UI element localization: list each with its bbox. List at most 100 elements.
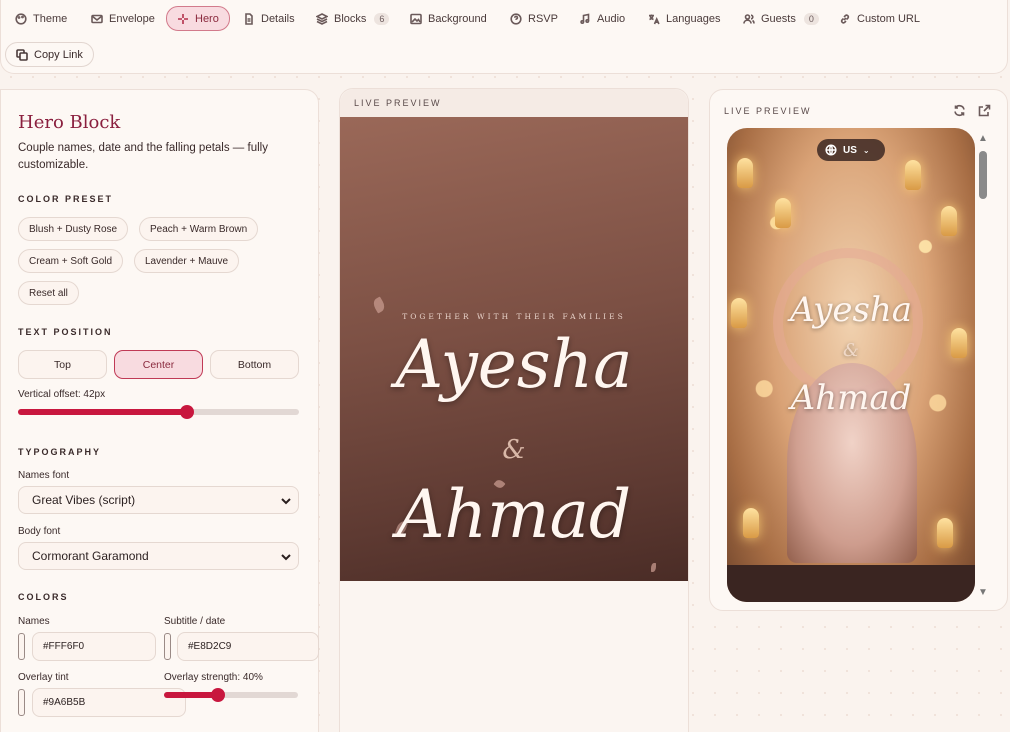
preset-cream-soft-gold[interactable]: Cream + Soft Gold bbox=[18, 249, 124, 273]
palette-icon bbox=[15, 13, 27, 25]
colors-heading: COLORS bbox=[18, 592, 69, 602]
copy-link-button[interactable]: Copy Link bbox=[5, 42, 94, 67]
lantern bbox=[905, 160, 921, 190]
tab-label: Languages bbox=[666, 13, 721, 25]
petal bbox=[651, 563, 656, 572]
tab-theme[interactable]: Theme bbox=[5, 7, 77, 31]
scroll-thumb[interactable] bbox=[979, 151, 987, 199]
body-font-label: Body font bbox=[18, 526, 61, 537]
hero-preview: TOGETHER WITH THEIR FAMILIES Ayesha & Ah… bbox=[340, 117, 688, 581]
open-external-icon[interactable] bbox=[978, 104, 991, 117]
preset-peach-warm-brown[interactable]: Peach + Warm Brown bbox=[139, 217, 259, 241]
users-icon bbox=[743, 14, 755, 24]
tab-custom-url[interactable]: Custom URL bbox=[829, 7, 930, 31]
tab-label: Theme bbox=[33, 13, 68, 25]
tab-details[interactable]: Details bbox=[233, 7, 305, 31]
names-color-label: Names bbox=[18, 616, 50, 627]
hero-subtitle: TOGETHER WITH THEIR FAMILIES bbox=[402, 312, 626, 321]
tab-label: RSVP bbox=[528, 13, 558, 25]
position-top-button[interactable]: Top bbox=[18, 350, 107, 379]
names-font-select[interactable]: Great Vibes (script) bbox=[18, 486, 299, 514]
copy-link-label: Copy Link bbox=[34, 48, 83, 61]
live-preview-header: LIVE PREVIEW bbox=[340, 89, 688, 117]
tab-hero[interactable]: Hero bbox=[166, 6, 230, 31]
slider-fill bbox=[18, 409, 187, 415]
tab-blocks[interactable]: Blocks 6 bbox=[306, 7, 399, 31]
panel-description: Couple names, date and the falling petal… bbox=[18, 142, 268, 171]
tab-envelope[interactable]: Envelope bbox=[81, 7, 165, 31]
tab-label: Hero bbox=[195, 12, 219, 25]
subtitle-color-swatch[interactable] bbox=[164, 633, 171, 660]
overlay-tint-swatch[interactable] bbox=[18, 689, 25, 716]
names-color-swatch[interactable] bbox=[18, 633, 25, 660]
preview-footer bbox=[727, 565, 975, 602]
reset-all-button[interactable]: Reset all bbox=[18, 281, 79, 305]
overlay-strength-slider[interactable] bbox=[164, 688, 298, 702]
scroll-down-arrow[interactable]: ▼ bbox=[977, 588, 989, 598]
panel-title: Hero Block bbox=[18, 112, 121, 133]
music-icon bbox=[580, 13, 590, 25]
color-preset-heading: COLOR PRESET bbox=[18, 194, 114, 204]
overlay-strength-label: Overlay strength: 40% bbox=[164, 672, 263, 683]
document-icon bbox=[245, 13, 253, 25]
vertical-offset-slider[interactable] bbox=[18, 405, 299, 419]
language-code: US bbox=[843, 144, 857, 156]
device-preview-label: LIVE PREVIEW bbox=[724, 106, 812, 116]
language-switcher[interactable]: US ⌄ bbox=[817, 139, 885, 161]
tab-label: Background bbox=[428, 13, 487, 25]
question-icon bbox=[510, 13, 522, 25]
tab-label: Blocks bbox=[334, 13, 367, 25]
lantern bbox=[737, 158, 753, 188]
vertical-offset-label: Vertical offset: 42px bbox=[18, 389, 106, 400]
names-font-value: Great Vibes (script) bbox=[32, 493, 136, 507]
device-preview-panel: LIVE PREVIEW Ayesha & Ahmad US ⌄ ▲ ▼ bbox=[709, 89, 1008, 611]
tab-audio[interactable]: Audio bbox=[569, 7, 635, 31]
overlay-tint-input[interactable]: #9A6B5B bbox=[32, 688, 186, 717]
hero-ampersand: & bbox=[502, 435, 526, 465]
refresh-icon[interactable] bbox=[953, 104, 966, 117]
tab-label: Details bbox=[261, 13, 295, 25]
tab-label: Custom URL bbox=[857, 13, 920, 25]
lantern bbox=[941, 206, 957, 236]
link-icon bbox=[840, 14, 850, 24]
subtitle-color-input[interactable]: #E8D2C9 bbox=[177, 632, 319, 661]
tab-label: Envelope bbox=[109, 13, 155, 25]
globe-icon bbox=[825, 144, 837, 156]
names-font-label: Names font bbox=[18, 470, 70, 481]
image-icon bbox=[410, 13, 422, 25]
preview-name-1: Ayesha bbox=[789, 290, 913, 330]
preview-scrollbar[interactable]: ▲ ▼ bbox=[977, 134, 989, 598]
preset-lavender-mauve[interactable]: Lavender + Mauve bbox=[134, 249, 240, 273]
petal bbox=[371, 296, 387, 314]
tab-label: Guests bbox=[761, 13, 796, 25]
chevron-down-icon: ⌄ bbox=[862, 145, 870, 155]
copy-icon bbox=[16, 48, 28, 61]
body-font-select[interactable]: Cormorant Garamond bbox=[18, 542, 299, 570]
slider-fill bbox=[164, 692, 218, 698]
names-color-input[interactable]: #FFF6F0 bbox=[32, 632, 156, 661]
subtitle-color-label: Subtitle / date bbox=[164, 616, 226, 627]
tab-guests[interactable]: Guests 0 bbox=[733, 7, 829, 31]
position-bottom-button[interactable]: Bottom bbox=[210, 350, 299, 379]
tab-background[interactable]: Background bbox=[400, 7, 497, 31]
chevron-down-icon bbox=[281, 498, 291, 505]
text-position-heading: TEXT POSITION bbox=[18, 327, 113, 337]
scroll-up-arrow[interactable]: ▲ bbox=[977, 134, 989, 144]
editor-tab-bar: Theme Envelope Hero Details Blocks 6 Bac… bbox=[0, 0, 1008, 74]
tab-rsvp[interactable]: RSVP bbox=[500, 7, 568, 31]
preview-name-2: Ahmad bbox=[790, 378, 912, 418]
position-center-button[interactable]: Center bbox=[114, 350, 203, 379]
preset-blush-dusty-rose[interactable]: Blush + Dusty Rose bbox=[18, 217, 129, 241]
blocks-count-badge: 6 bbox=[374, 13, 390, 25]
layers-icon bbox=[316, 13, 328, 25]
live-preview-label: LIVE PREVIEW bbox=[354, 98, 442, 108]
body-font-value: Cormorant Garamond bbox=[32, 549, 149, 563]
device-preview-screen[interactable]: Ayesha & Ahmad US ⌄ bbox=[727, 128, 975, 602]
envelope-icon bbox=[91, 14, 103, 24]
hero-name-1: Ayesha bbox=[395, 326, 633, 403]
slider-knob[interactable] bbox=[210, 688, 225, 702]
lantern bbox=[743, 508, 759, 538]
slider-knob[interactable] bbox=[179, 405, 194, 419]
overlay-tint-label: Overlay tint bbox=[18, 672, 69, 683]
tab-languages[interactable]: Languages bbox=[638, 7, 730, 31]
